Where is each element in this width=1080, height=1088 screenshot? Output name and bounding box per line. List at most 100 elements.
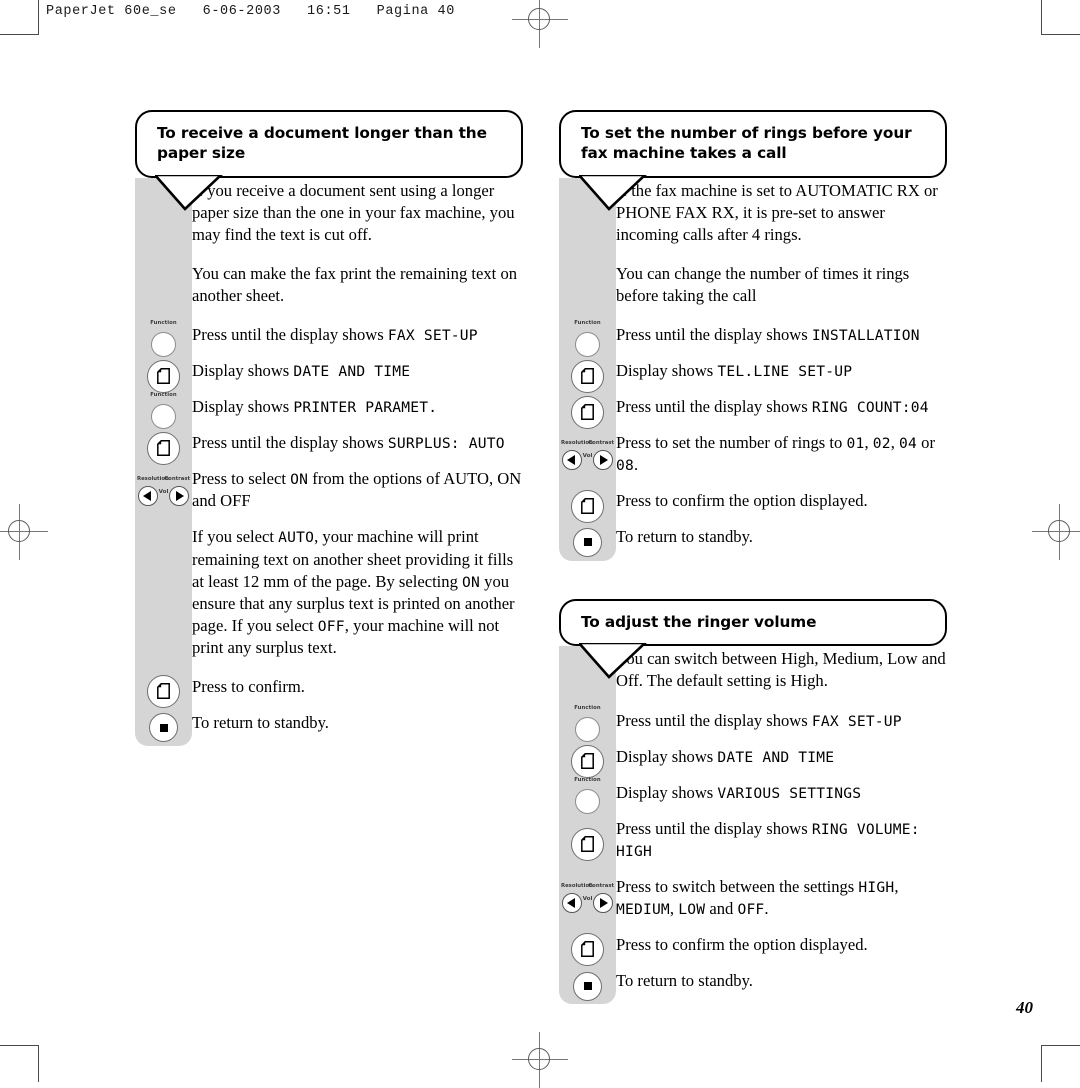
stop-square-icon <box>583 982 592 991</box>
section-adjust-ringer-volume: To adjust the ringer volume You can switc… <box>559 598 947 1005</box>
paragraph-text: If you receive a document sent using a l… <box>192 178 523 248</box>
lcd-display-text: LOW <box>678 900 706 918</box>
lcd-display-text: ON <box>462 573 481 591</box>
document-button[interactable] <box>567 824 608 865</box>
document-button[interactable] <box>567 741 608 782</box>
body-text: . <box>633 455 639 475</box>
step-text: Press to confirm the option displayed. <box>616 488 868 514</box>
body-text: . <box>764 898 769 918</box>
body-text: Press to switch between the settings <box>616 876 859 896</box>
document-button[interactable] <box>567 356 608 397</box>
document-glyph-icon <box>581 941 594 958</box>
body-text: You can make the fax print the remaining… <box>192 263 518 305</box>
section-heading: To adjust the ringer volume <box>559 598 947 647</box>
button-slot: Resolution Contrast Vol <box>559 430 616 488</box>
instruction-row: Press to confirm. <box>147 674 523 710</box>
lcd-display-text: HIGH <box>858 878 895 896</box>
step-text: Press to set the number of rings to 01, … <box>616 430 947 478</box>
printer-slug: PaperJet 60e_se 6-06-2003 16:51 Pagina 4… <box>46 4 455 19</box>
body-text: To return to standby. <box>616 971 753 990</box>
button-slot <box>135 430 192 466</box>
button-slot <box>559 816 616 874</box>
instruction-row: If you receive a document sent using a l… <box>192 178 523 261</box>
heading-bubble-wrap: To adjust the ringer volume <box>559 598 947 680</box>
button-slot <box>559 524 616 560</box>
step-text: To return to standby. <box>192 710 329 736</box>
instruction-row: Press until the display shows RING COUNT… <box>571 394 947 430</box>
document-button[interactable] <box>567 929 608 970</box>
body-text: Press until the display shows <box>616 710 812 730</box>
function-button[interactable]: Function <box>143 392 184 433</box>
function-button[interactable]: Function <box>143 320 184 361</box>
stop-button[interactable] <box>567 522 608 563</box>
stop-square-icon <box>583 538 592 547</box>
function-button-label: Function <box>150 319 177 326</box>
body-text: To return to standby. <box>616 527 753 547</box>
section-heading: To set the number of rings before your f… <box>559 110 947 178</box>
stop-button[interactable] <box>567 966 608 1007</box>
body-text: Display shows <box>616 782 718 802</box>
instruction-row: You can make the fax print the remaining… <box>192 261 523 322</box>
button-slot <box>559 932 616 968</box>
section-heading: To receive a document longer than the pa… <box>135 110 523 178</box>
button-slot <box>559 488 616 524</box>
lcd-display-text: OFF <box>737 900 765 918</box>
lcd-display-text: SURPLUS: AUTO <box>387 435 505 453</box>
button-slot <box>559 744 616 780</box>
function-button[interactable]: Function <box>567 777 608 818</box>
resolution-contrast-buttons[interactable]: Resolution Contrast Vol <box>559 882 616 923</box>
document-glyph-icon <box>581 367 594 384</box>
document-button[interactable] <box>143 428 184 469</box>
instruction-row: You can switch between High, Medium, Low… <box>616 646 947 707</box>
function-button-cap <box>575 789 600 815</box>
section-set-number-of-rings: To set the number of rings before your f… <box>559 110 947 561</box>
body-text: Press until the display shows <box>616 325 812 345</box>
document-button[interactable] <box>143 356 184 397</box>
document-glyph-icon <box>581 836 594 853</box>
resolution-contrast-buttons[interactable]: Resolution Contrast Vol <box>135 475 192 516</box>
function-button[interactable]: Function <box>567 320 608 361</box>
function-button-cap <box>575 331 600 357</box>
document-glyph-icon <box>581 497 594 514</box>
button-slot <box>135 710 192 746</box>
resolution-contrast-buttons[interactable]: Resolution Contrast Vol <box>559 439 616 480</box>
stop-button[interactable] <box>143 707 184 748</box>
button-slot: Resolution Contrast Vol <box>135 466 192 524</box>
lcd-display-text: RING COUNT:04 <box>811 399 929 417</box>
instruction-row: Display shows DATE AND TIME <box>571 744 947 780</box>
step-text: Display shows DATE AND TIME <box>192 358 410 384</box>
lcd-display-text: 01 <box>846 435 865 453</box>
lcd-display-text: VARIOUS SETTINGS <box>717 784 862 802</box>
instruction-row: Display shows TEL.LINE SET-UP <box>571 358 947 394</box>
paragraph-text: If you select AUTO, your machine will pr… <box>192 524 523 660</box>
lcd-display-text: DATE AND TIME <box>717 748 835 766</box>
button-slot: Function <box>559 320 616 361</box>
body-text: Press to select <box>192 469 291 489</box>
instruction-row: Press until the display shows RING VOLUM… <box>571 816 947 874</box>
registration-mark-left <box>0 504 48 560</box>
step-text: Display shows PRINTER PARAMET. <box>192 394 437 420</box>
document-button[interactable] <box>143 671 184 712</box>
instruction-row: To return to standby. <box>573 968 947 1004</box>
body-text: Press to confirm. <box>192 676 305 696</box>
step-text: Press until the display shows RING VOLUM… <box>616 816 947 864</box>
step-text: Display shows VARIOUS SETTINGS <box>616 780 861 806</box>
page-number: 40 <box>1016 998 1033 1017</box>
document-glyph-icon <box>581 403 594 420</box>
button-slot <box>559 968 616 1004</box>
lcd-display-text: FAX SET-UP <box>811 712 902 730</box>
body-text: or <box>917 433 935 453</box>
lcd-display-text: 02 <box>872 435 891 453</box>
button-slot <box>135 358 192 394</box>
body-text: You can change the number of times it ri… <box>616 263 910 305</box>
document-button[interactable] <box>567 486 608 527</box>
instruction-row: Display shows DATE AND TIME <box>147 358 523 394</box>
step-text: Press to switch between the settings HIG… <box>616 874 947 922</box>
document-glyph-icon <box>157 367 170 384</box>
volume-label: Vol <box>158 488 169 495</box>
document-button[interactable] <box>567 392 608 433</box>
crop-mark-top-right <box>1041 0 1080 35</box>
instruction-row: Function Display shows PRINTER PARAMET. <box>150 392 523 430</box>
lcd-display-text: INSTALLATION <box>811 327 920 345</box>
function-button[interactable]: Function <box>567 705 608 746</box>
